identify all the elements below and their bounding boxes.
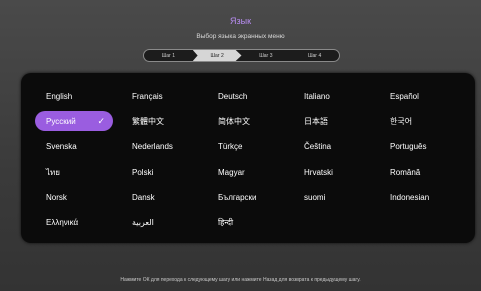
language-option-label: Русский (46, 116, 76, 126)
language-panel: English Français Deutsch Italiano Españo… (21, 73, 475, 243)
language-option-simplified-chinese[interactable]: 简体中文 (207, 111, 293, 131)
language-option-german[interactable]: Deutsch (207, 86, 293, 106)
step-4: Шаг 4 (307, 52, 322, 59)
language-option-bulgarian[interactable]: Български (207, 188, 293, 208)
language-option-italian[interactable]: Italiano (293, 86, 379, 106)
language-row: ไทย Polski Magyar Hrvatski Română (35, 162, 465, 182)
checkmark-icon: ✓ (97, 115, 105, 126)
language-option-thai[interactable]: ไทย (35, 162, 121, 182)
language-option-hindi[interactable]: हिन्दी (207, 213, 293, 233)
language-option-spanish[interactable]: Español (379, 86, 465, 106)
language-option-czech[interactable]: Čeština (293, 137, 379, 157)
language-option-dutch[interactable]: Nederlands (121, 137, 207, 157)
language-option-portuguese[interactable]: Português (379, 137, 465, 157)
language-option-japanese[interactable]: 日本語 (293, 111, 379, 131)
language-row: Русский ✓ 繁體中文 简体中文 日本語 한국어 (35, 111, 465, 132)
step-indicator: Шаг 1 Шаг 2 Шаг 3 Шаг 4 (143, 49, 340, 62)
step-2: Шаг 2 (192, 50, 242, 61)
step-3: Шаг 3 (259, 52, 273, 59)
language-option-turkish[interactable]: Türkçe (207, 137, 293, 157)
language-option-greek[interactable]: Ελληνικά (35, 213, 121, 233)
language-option-english[interactable]: English (35, 86, 121, 106)
language-option-polish[interactable]: Polski (121, 162, 207, 182)
language-option-croatian[interactable]: Hrvatski (293, 162, 379, 182)
language-row: English Français Deutsch Italiano Españo… (35, 86, 465, 106)
language-row: Ελληνικά العربية हिन्दी (35, 213, 465, 233)
language-option-french[interactable]: Français (121, 86, 207, 106)
language-option-traditional-chinese[interactable]: 繁體中文 (121, 111, 207, 131)
language-option-finnish[interactable]: suomi (293, 188, 379, 208)
language-row: Norsk Dansk Български suomi Indonesian (35, 188, 465, 208)
step-1: Шаг 1 (161, 52, 176, 59)
language-row: Svenska Nederlands Türkçe Čeština Portug… (35, 137, 465, 157)
page-subtitle: Выбор языка экранных меню (196, 33, 285, 40)
language-option-norwegian[interactable]: Norsk (35, 188, 121, 208)
language-option-danish[interactable]: Dansk (121, 188, 207, 208)
language-option-hungarian[interactable]: Magyar (207, 162, 293, 182)
language-option-russian[interactable]: Русский ✓ (35, 111, 113, 132)
language-grid: English Français Deutsch Italiano Españo… (35, 86, 465, 238)
language-option-swedish[interactable]: Svenska (35, 137, 121, 157)
language-option-arabic[interactable]: العربية (121, 213, 207, 233)
language-option-korean[interactable]: 한국어 (379, 111, 465, 131)
page-title: Язык (229, 16, 252, 26)
language-option-romanian[interactable]: Română (379, 162, 465, 182)
footer-hint: Нажмите ОК для перехода к следующему шаг… (120, 277, 361, 283)
language-option-indonesian[interactable]: Indonesian (379, 188, 465, 208)
